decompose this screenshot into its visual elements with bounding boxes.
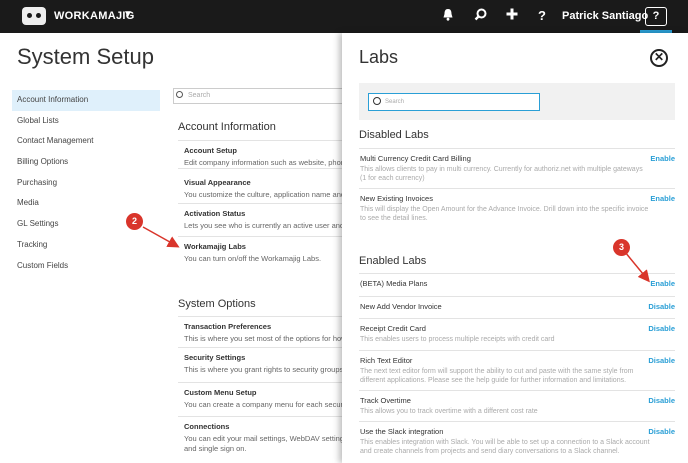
option-title[interactable]: Visual Appearance: [184, 178, 343, 187]
lab-name: Track Overtime: [360, 396, 411, 405]
option-desc: This is where you set most of the option…: [184, 334, 343, 343]
lab-name: (BETA) Media Plans: [360, 279, 428, 288]
option-desc: This is where you grant rights to securi…: [184, 365, 343, 374]
disable-button[interactable]: Disable: [648, 302, 675, 311]
lab-desc: This allows you to track overtime with a…: [360, 408, 538, 415]
option-custom-menu-setup[interactable]: Custom Menu Setup You can create a compa…: [178, 382, 343, 415]
lab-receipt-credit-card: Receipt Credit Card Disable This enables…: [359, 318, 675, 348]
setup-search-input[interactable]: Search: [173, 88, 343, 104]
annotation-badge-3: 3: [613, 239, 630, 256]
disable-button[interactable]: Disable: [648, 427, 675, 436]
lab-desc: This enables users to process multiple r…: [360, 336, 555, 343]
option-desc: You customize the culture, application n…: [184, 190, 343, 199]
lab-name: Receipt Credit Card: [360, 324, 426, 333]
sidebar-item-custom-fields[interactable]: Custom Fields: [12, 256, 160, 277]
option-title[interactable]: Security Settings: [184, 353, 343, 362]
lab-name: Rich Text Editor: [360, 356, 413, 365]
lab-new-existing-invoices: New Existing Invoices Enable This will d…: [359, 188, 675, 228]
lab-multi-currency-credit-card-billing: Multi Currency Credit Card Billing Enabl…: [359, 148, 675, 186]
page-title: System Setup: [17, 44, 154, 69]
option-title[interactable]: Workamajig Labs: [184, 242, 343, 251]
enabled-labs-heading: Enabled Labs: [359, 255, 427, 267]
option-activation-status[interactable]: Activation Status Lets you see who is cu…: [178, 203, 343, 235]
option-desc: You can edit your mail settings, WebDAV …: [184, 434, 343, 443]
lab-desc: This will display the Open Amount for th…: [360, 206, 649, 222]
lab-new-add-vendor-invoice: New Add Vendor Invoice Disable: [359, 296, 675, 318]
labs-search-input[interactable]: Search: [368, 93, 540, 111]
enable-button[interactable]: Enable: [650, 194, 675, 203]
lab-desc: This enables integration with Slack. You…: [360, 439, 650, 455]
sidebar-item-global-lists[interactable]: Global Lists: [12, 111, 160, 132]
labs-panel: Labs ✕ Search Disabled Labs Multi Curren…: [342, 33, 688, 463]
disable-button[interactable]: Disable: [648, 324, 675, 333]
option-visual-appearance[interactable]: Visual Appearance You customize the cult…: [178, 168, 343, 200]
sidebar-item-media[interactable]: Media: [12, 193, 160, 214]
option-title[interactable]: Account Setup: [184, 146, 343, 155]
option-title[interactable]: Connections: [184, 422, 343, 431]
option-workamajig-labs[interactable]: Workamajig Labs You can turn on/off the …: [178, 236, 343, 268]
lab-desc: The next text editor form will support t…: [360, 368, 634, 384]
annotation-badge-2: 2: [126, 213, 143, 230]
lab-name: New Existing Invoices: [360, 194, 433, 203]
option-desc-continued: and single sign on.: [184, 444, 247, 453]
enable-button[interactable]: Enable: [650, 154, 675, 163]
question-icon[interactable]: ?: [534, 8, 550, 23]
sidebar-item-tracking[interactable]: Tracking: [12, 235, 160, 256]
lab-desc: This allows clients to pay in multi curr…: [360, 166, 643, 182]
top-bar: WORKAMAJIG ▼ ? Patrick Santiago ?: [0, 0, 688, 33]
plus-icon[interactable]: [504, 8, 520, 23]
option-account-setup[interactable]: Account Setup Edit company information s…: [178, 140, 343, 168]
option-title[interactable]: Custom Menu Setup: [184, 388, 343, 397]
option-desc: Edit company information such as website…: [184, 158, 343, 167]
option-title[interactable]: Activation Status: [184, 209, 343, 218]
help-button[interactable]: ?: [645, 7, 667, 26]
search-icon: [373, 97, 381, 105]
lab-name: Multi Currency Credit Card Billing: [360, 154, 471, 163]
sidebar-item-purchasing[interactable]: Purchasing: [12, 173, 160, 194]
workamajig-logo-icon[interactable]: [22, 7, 46, 25]
option-desc: You can create a company menu for each s…: [184, 400, 343, 409]
option-desc: Lets you see who is currently an active …: [184, 221, 343, 230]
user-name[interactable]: Patrick Santiago: [562, 10, 648, 22]
enable-button[interactable]: Enable: [650, 279, 675, 288]
lab-rich-text-editor: Rich Text Editor Disable The next text e…: [359, 350, 675, 390]
disable-button[interactable]: Disable: [648, 356, 675, 365]
option-title[interactable]: Transaction Preferences: [184, 322, 343, 331]
lab-use-the-slack-integration: Use the Slack integration Disable This e…: [359, 421, 675, 463]
disable-button[interactable]: Disable: [648, 396, 675, 405]
search-icon[interactable]: [472, 8, 488, 24]
lab-name: Use the Slack integration: [360, 427, 444, 436]
labs-search-container: Search: [359, 83, 675, 120]
bell-icon[interactable]: [440, 8, 456, 24]
labs-search-placeholder: Search: [385, 99, 405, 105]
labs-title: Labs: [359, 47, 399, 67]
lab-track-overtime: Track Overtime Disable This allows you t…: [359, 390, 675, 420]
lab-beta-media-plans: (BETA) Media Plans Enable: [359, 273, 675, 295]
option-security-settings[interactable]: Security Settings This is where you gran…: [178, 347, 343, 383]
disabled-labs-heading: Disabled Labs: [359, 129, 429, 141]
lab-name: New Add Vendor Invoice: [360, 302, 442, 311]
chevron-down-icon[interactable]: ▼: [123, 9, 133, 20]
sidebar-item-contact-management[interactable]: Contact Management: [12, 131, 160, 152]
option-transaction-preferences[interactable]: Transaction Preferences This is where yo…: [178, 316, 343, 346]
option-connections[interactable]: Connections You can edit your mail setti…: [178, 416, 343, 456]
close-icon[interactable]: ✕: [650, 49, 668, 67]
search-icon: [176, 91, 183, 98]
option-desc: You can turn on/off the Workamajig Labs.: [184, 254, 322, 263]
sidebar-nav: Account Information Global Lists Contact…: [12, 90, 160, 276]
sidebar-item-billing-options[interactable]: Billing Options: [12, 152, 160, 173]
account-information-heading: Account Information: [178, 121, 276, 133]
sidebar-item-account-information[interactable]: Account Information: [12, 90, 160, 111]
system-options-heading: System Options: [178, 298, 256, 310]
